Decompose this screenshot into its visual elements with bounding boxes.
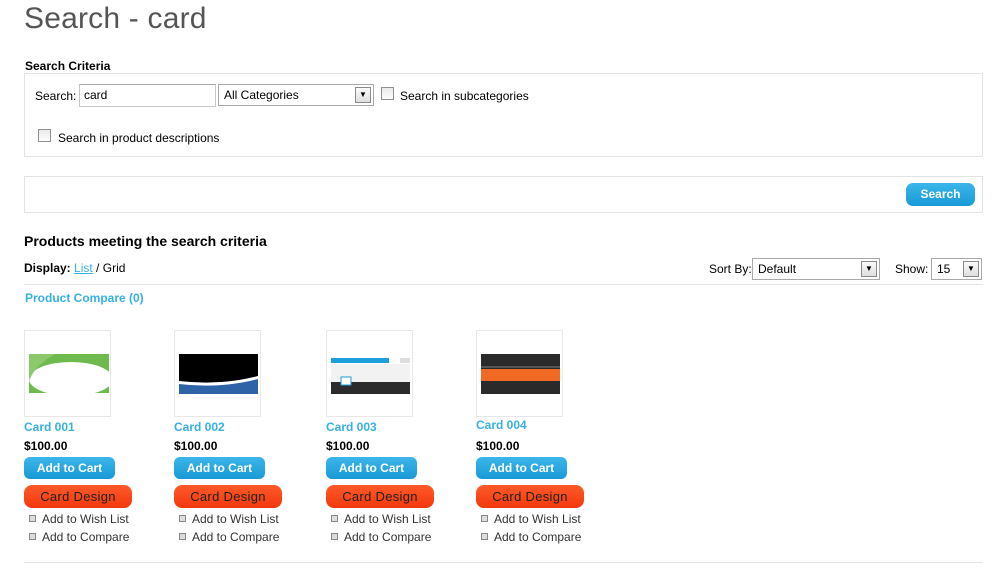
product-card: Card 003 $100.00 Add to Cart Card Design… [326, 330, 486, 545]
square-bullet-icon [179, 515, 186, 522]
add-to-compare-link[interactable]: Add to Compare [331, 530, 431, 544]
subcategories-label: Search in subcategories [400, 89, 529, 103]
add-to-wishlist-link[interactable]: Add to Wish List [179, 512, 279, 526]
square-bullet-icon [179, 533, 186, 540]
product-name-link[interactable]: Card 002 [174, 420, 225, 434]
descriptions-checkbox[interactable] [38, 129, 51, 142]
product-thumbnail[interactable] [326, 330, 413, 417]
display-list-link[interactable]: List [74, 261, 93, 275]
search-input[interactable]: card [79, 84, 216, 107]
add-to-cart-button[interactable]: Add to Cart [476, 457, 567, 479]
wishlist-label: Add to Wish List [192, 512, 279, 526]
product-name-link[interactable]: Card 004 [476, 418, 527, 432]
display-grid-label: Grid [102, 261, 126, 275]
search-label: Search: [35, 89, 77, 103]
product-card: Card 001 $100.00 Add to Cart Card Design… [24, 330, 184, 545]
show-select[interactable]: 15 ▼ [931, 258, 982, 280]
add-to-compare-link[interactable]: Add to Compare [179, 530, 279, 544]
add-to-cart-button[interactable]: Add to Cart [174, 457, 265, 479]
card-design-button[interactable]: Card Design [174, 485, 282, 508]
product-name-link[interactable]: Card 003 [326, 420, 377, 434]
sort-label: Sort By: [709, 262, 752, 276]
product-card: Card 002 $100.00 Add to Cart Card Design… [174, 330, 334, 545]
divider [24, 284, 983, 285]
product-card: Card 004 $100.00 Add to Cart Card Design… [476, 330, 636, 545]
subcategories-checkbox[interactable] [381, 87, 394, 100]
category-select[interactable]: All Categories ▼ [218, 84, 374, 106]
show-label: Show: [895, 262, 929, 276]
page-title: Search - card [24, 2, 207, 35]
chevron-down-icon: ▼ [963, 261, 979, 277]
square-bullet-icon [481, 515, 488, 522]
product-price: $100.00 [174, 439, 218, 453]
sort-select[interactable]: Default ▼ [752, 258, 880, 280]
square-bullet-icon [481, 533, 488, 540]
add-to-cart-button[interactable]: Add to Cart [24, 457, 115, 479]
product-price: $100.00 [326, 439, 370, 453]
compare-label: Add to Compare [494, 530, 582, 544]
product-thumbnail[interactable] [476, 330, 563, 417]
product-thumbnail[interactable] [174, 330, 261, 417]
card-design-button[interactable]: Card Design [476, 485, 584, 508]
wishlist-label: Add to Wish List [42, 512, 129, 526]
add-to-wishlist-link[interactable]: Add to Wish List [29, 512, 129, 526]
add-to-wishlist-link[interactable]: Add to Wish List [331, 512, 431, 526]
search-button[interactable]: Search [906, 183, 975, 206]
wishlist-label: Add to Wish List [344, 512, 431, 526]
wishlist-label: Add to Wish List [494, 512, 581, 526]
compare-label: Add to Compare [344, 530, 432, 544]
compare-label: Add to Compare [42, 530, 130, 544]
category-select-value: All Categories [224, 88, 299, 102]
chevron-down-icon: ▼ [355, 87, 371, 103]
add-to-compare-link[interactable]: Add to Compare [29, 530, 129, 544]
product-price: $100.00 [24, 439, 68, 453]
add-to-compare-link[interactable]: Add to Compare [481, 530, 581, 544]
square-bullet-icon [331, 515, 338, 522]
display-label: Display: [24, 261, 71, 275]
display-toggle: Display: List / Grid [24, 261, 125, 275]
display-separator: / [92, 261, 103, 275]
show-select-value: 15 [937, 262, 951, 276]
results-heading: Products meeting the search criteria [24, 233, 267, 249]
add-to-cart-button[interactable]: Add to Cart [326, 457, 417, 479]
compare-label: Add to Compare [192, 530, 280, 544]
square-bullet-icon [29, 533, 36, 540]
card-design-button[interactable]: Card Design [326, 485, 434, 508]
descriptions-label: Search in product descriptions [58, 131, 220, 145]
product-name-link[interactable]: Card 001 [24, 420, 75, 434]
add-to-wishlist-link[interactable]: Add to Wish List [481, 512, 581, 526]
product-thumbnail[interactable] [24, 330, 111, 417]
search-button-bar [24, 176, 983, 213]
sort-select-value: Default [758, 262, 797, 276]
card-design-button[interactable]: Card Design [24, 485, 132, 508]
product-price: $100.00 [476, 439, 520, 453]
search-criteria-heading: Search Criteria [25, 59, 111, 73]
square-bullet-icon [29, 515, 36, 522]
divider [24, 562, 983, 563]
chevron-down-icon: ▼ [861, 261, 877, 277]
product-compare-link[interactable]: Product Compare (0) [25, 291, 144, 305]
square-bullet-icon [331, 533, 338, 540]
